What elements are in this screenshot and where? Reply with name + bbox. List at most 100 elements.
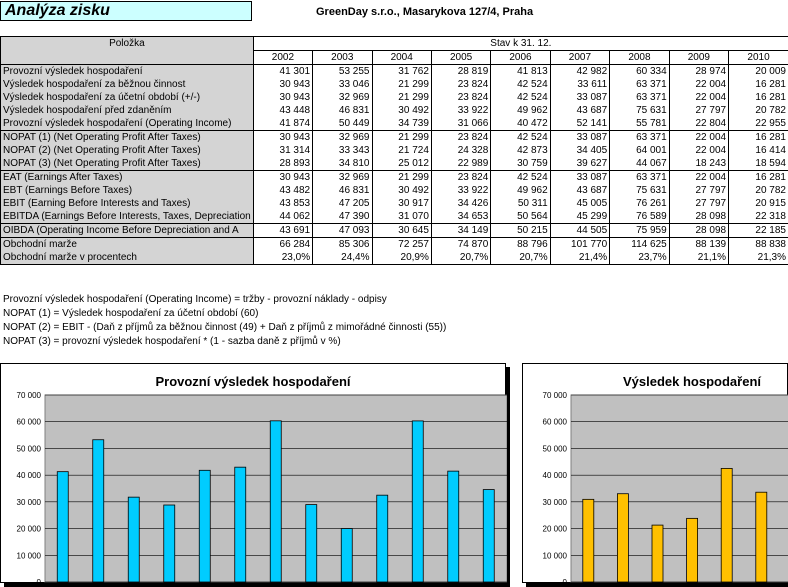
- cell-value: 22 004: [669, 91, 728, 104]
- cell-value: 31 762: [372, 65, 431, 79]
- row-label: Výsledek hospodaření před zdaněním: [1, 104, 254, 117]
- cell-value: 30 943: [253, 91, 312, 104]
- chart-operating-income[interactable]: Provozní výsledek hospodaření 010 00020 …: [0, 363, 506, 583]
- table-row: Výsledek hospodaření za běžnou činnost30…: [1, 78, 788, 91]
- y-tick-label: 60 000: [17, 418, 42, 427]
- cell-value: 21 299: [372, 78, 431, 91]
- y-tick-label: 20 000: [17, 525, 42, 534]
- cell-value: 16 414: [729, 144, 788, 157]
- cell-value: 34 149: [431, 224, 490, 238]
- cell-value: 44 062: [253, 210, 312, 224]
- y-tick-label: 30 000: [543, 498, 568, 507]
- row-label: Výsledek hospodaření za účetní období (+…: [1, 91, 254, 104]
- cell-value: 76 589: [610, 210, 670, 224]
- cell-value: 21 299: [372, 171, 431, 185]
- cell-value: 43 853: [253, 197, 312, 210]
- cell-value: 72 257: [372, 238, 431, 252]
- cell-value: 23 824: [431, 78, 490, 91]
- note-operating-income: Provozní výsledek hospodaření (Operating…: [3, 293, 446, 307]
- cell-value: 40 472: [491, 117, 550, 131]
- y-tick-label: 50 000: [17, 444, 42, 453]
- row-label: NOPAT (1) (Net Operating Profit After Ta…: [1, 131, 254, 145]
- cell-value: 33 922: [431, 104, 490, 117]
- year-header: 2004: [372, 51, 431, 65]
- cell-value: 41 813: [491, 65, 550, 79]
- year-header: 2002: [253, 51, 312, 65]
- y-tick-label: 10 000: [17, 551, 42, 560]
- company-address: GreenDay s.r.o., Masarykova 127/4, Praha: [316, 6, 533, 18]
- year-header: 2003: [313, 51, 372, 65]
- cell-value: 23 824: [431, 131, 490, 145]
- cell-value: 42 524: [491, 78, 550, 91]
- chart-bar: [721, 468, 732, 582]
- cell-value: 33 611: [550, 78, 610, 91]
- cell-value: 25 012: [372, 157, 431, 171]
- cell-value: 22 804: [669, 117, 728, 131]
- cell-value: 39 627: [550, 157, 610, 171]
- cell-value: 31 066: [431, 117, 490, 131]
- cell-value: 30 492: [372, 184, 431, 197]
- chart-bar: [93, 440, 104, 582]
- cell-value: 75 631: [610, 184, 670, 197]
- cell-value: 28 098: [669, 224, 728, 238]
- cell-value: 22 955: [729, 117, 788, 131]
- cell-value: 34 405: [550, 144, 610, 157]
- cell-value: 34 810: [313, 157, 372, 171]
- cell-value: 21 724: [372, 144, 431, 157]
- cell-value: 20 782: [729, 184, 788, 197]
- cell-value: 23 824: [431, 91, 490, 104]
- table-row: Provozní výsledek hospodaření41 30153 25…: [1, 65, 788, 79]
- profit-table: PoložkaStav k 31. 12.2002200320042005200…: [0, 36, 788, 265]
- cell-value: 33 046: [313, 78, 372, 91]
- chart-bar: [341, 529, 352, 582]
- cell-value: 30 492: [372, 104, 431, 117]
- cell-value: 21 299: [372, 131, 431, 145]
- y-tick-label: 10 000: [543, 551, 568, 560]
- cell-value: 41 301: [253, 65, 312, 79]
- row-label: Provozní výsledek hospodaření (Operating…: [1, 117, 254, 131]
- chart-bar: [377, 495, 388, 582]
- cell-value: 20 915: [729, 197, 788, 210]
- page-title: Analýza zisku: [5, 2, 110, 20]
- cell-value: 22 004: [669, 78, 728, 91]
- row-label: EBIT (Earning Before Interests and Taxes…: [1, 197, 254, 210]
- cell-value: 20 009: [729, 65, 788, 79]
- row-label: EBT (Earnings Before Taxes): [1, 184, 254, 197]
- cell-value: 33 922: [431, 184, 490, 197]
- row-label: Výsledek hospodaření za běžnou činnost: [1, 78, 254, 91]
- row-label: OIBDA (Operating Income Before Depreciat…: [1, 224, 254, 238]
- cell-value: 30 943: [253, 131, 312, 145]
- row-label: NOPAT (3) (Net Operating Profit After Ta…: [1, 157, 254, 171]
- table-row: EBIT (Earning Before Interests and Taxes…: [1, 197, 788, 210]
- chart-bar: [756, 492, 767, 582]
- table-row: NOPAT (1) (Net Operating Profit After Ta…: [1, 131, 788, 145]
- y-tick-label: 0: [37, 578, 42, 584]
- cell-value: 114 625: [610, 238, 670, 252]
- cell-value: 101 770: [550, 238, 610, 252]
- cell-value: 50 215: [491, 224, 550, 238]
- chart-bar: [164, 505, 175, 582]
- table-row: EAT (Earnings After Taxes)30 94332 96921…: [1, 171, 788, 185]
- cell-value: 74 870: [431, 238, 490, 252]
- cell-value: 47 390: [313, 210, 372, 224]
- chart-vysledek[interactable]: Výsledek hospodaření 010 00020 00030 000…: [522, 363, 788, 583]
- stav-header: Stav k 31. 12.: [253, 37, 788, 51]
- notes: Provozní výsledek hospodaření (Operating…: [3, 293, 446, 349]
- cell-value: 28 098: [669, 210, 728, 224]
- row-label: NOPAT (2) (Net Operating Profit After Ta…: [1, 144, 254, 157]
- item-header: Položka: [1, 37, 254, 65]
- cell-value: 43 691: [253, 224, 312, 238]
- chart-bar: [652, 525, 663, 582]
- cell-value: 42 524: [491, 131, 550, 145]
- year-header: 2008: [610, 51, 670, 65]
- cell-value: 63 371: [610, 171, 670, 185]
- cell-value: 22 318: [729, 210, 788, 224]
- cell-value: 60 334: [610, 65, 670, 79]
- chart-bar: [270, 421, 281, 582]
- cell-value: 49 962: [491, 184, 550, 197]
- cell-value: 55 781: [610, 117, 670, 131]
- cell-value: 22 004: [669, 171, 728, 185]
- y-tick-label: 70 000: [17, 391, 42, 400]
- chart-bar: [617, 494, 628, 582]
- cell-value: 42 524: [491, 171, 550, 185]
